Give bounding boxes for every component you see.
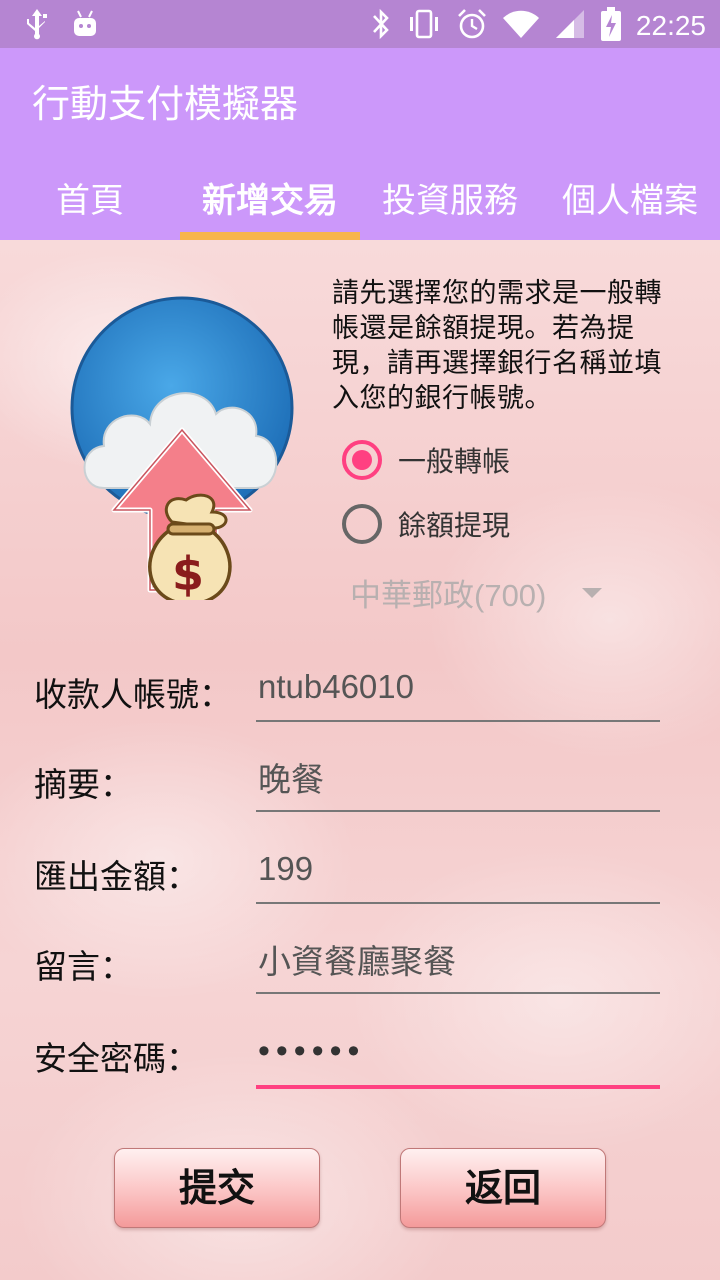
tab-home[interactable]: 首頁 (0, 160, 180, 240)
usb-icon (24, 8, 50, 44)
bank-select[interactable]: 中華郵政(700) (350, 570, 630, 614)
status-bar: 22:25 (0, 0, 720, 48)
message-label: 留言： (34, 947, 133, 986)
alarm-icon (456, 7, 488, 45)
bluetooth-icon (370, 7, 392, 45)
wifi-icon (502, 8, 540, 44)
radio-checked-icon (342, 440, 382, 480)
status-time: 22:25 (635, 10, 706, 41)
password-input[interactable] (256, 1032, 660, 1089)
upload-money-illustration: $ (60, 290, 310, 606)
tab-profile[interactable]: 個人檔案 (540, 160, 720, 240)
tab-investment[interactable]: 投資服務 (360, 160, 540, 240)
radio-balance-withdraw[interactable]: 餘額提現 (342, 504, 510, 544)
radio-general-transfer[interactable]: 一般轉帳 (342, 440, 510, 480)
account-input[interactable] (256, 668, 660, 722)
tab-bar: 首頁 新增交易 投資服務 個人檔案 (0, 160, 720, 240)
dropdown-arrow-icon (582, 588, 602, 598)
amount-input[interactable] (256, 850, 660, 904)
new-transaction-page: $ 請先選擇您的需求是一般轉帳還是餘額提現。若為提現，請再選擇銀行名稱並填入您的… (0, 240, 720, 1280)
radio-balance-withdraw-label: 餘額提現 (398, 509, 511, 542)
app-toolbar: 行動支付模擬器 (0, 48, 720, 160)
bank-select-value: 中華郵政(700) (350, 577, 547, 613)
back-button[interactable]: 返回 (400, 1148, 606, 1228)
battery-charging-icon (600, 6, 622, 46)
android-icon (72, 9, 98, 43)
vibrate-icon (406, 7, 442, 45)
app-title: 行動支付模擬器 (32, 82, 299, 126)
password-label: 安全密碼： (34, 1039, 199, 1078)
amount-label: 匯出金額： (34, 857, 199, 896)
tab-new-transaction[interactable]: 新增交易 (180, 160, 360, 240)
submit-button[interactable]: 提交 (114, 1148, 320, 1228)
radio-general-transfer-label: 一般轉帳 (398, 445, 511, 478)
signal-icon (554, 8, 586, 44)
instruction-text: 請先選擇您的需求是一般轉帳還是餘額提現。若為提現，請再選擇銀行名稱並填入您的銀行… (332, 278, 662, 414)
radio-unchecked-icon (342, 504, 382, 544)
memo-input[interactable] (256, 758, 660, 812)
memo-label: 摘要： (34, 765, 133, 804)
message-input[interactable] (256, 940, 660, 994)
account-label: 收款人帳號： (34, 675, 232, 714)
active-tab-indicator (180, 232, 360, 240)
svg-text:$: $ (172, 547, 204, 600)
